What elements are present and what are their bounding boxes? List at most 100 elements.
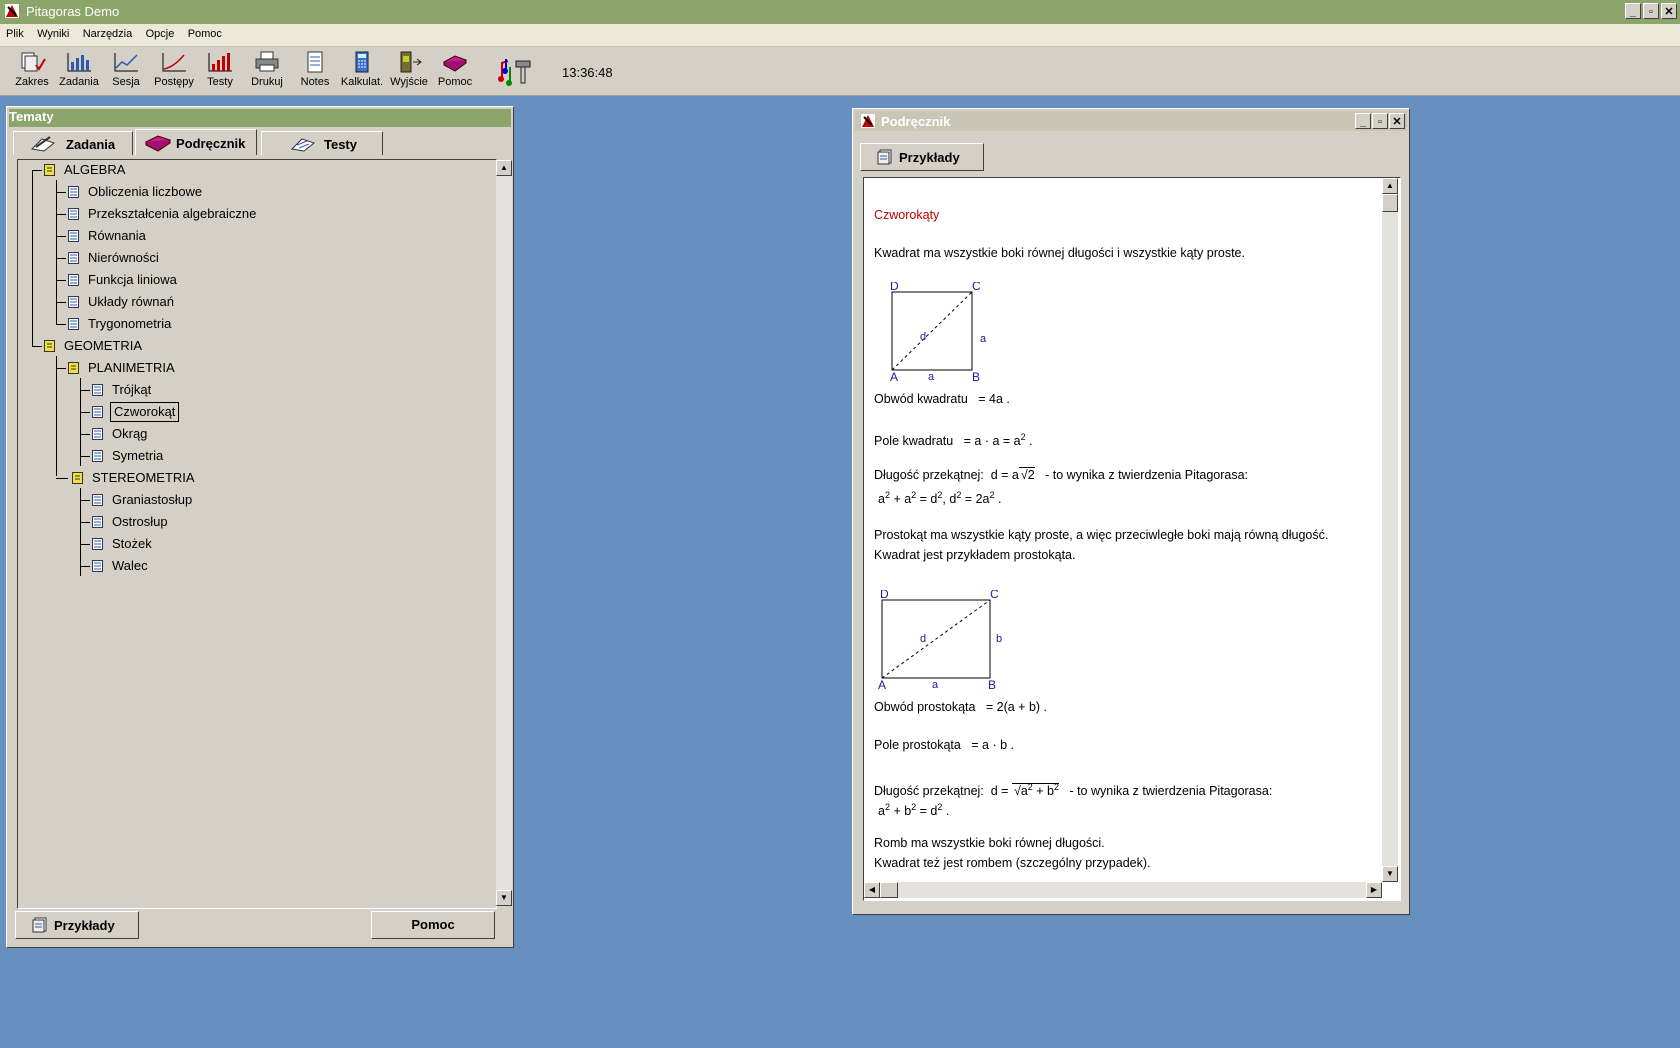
menu-narzedzia[interactable]: Narzędzia [77,24,133,40]
document-icon [68,274,79,286]
folder-yellow-icon [44,164,55,176]
scroll-down-icon[interactable]: ▼ [496,890,512,906]
notepad-icon [307,51,323,73]
hscroll-thumb[interactable] [880,882,898,898]
pencil-paper-icon [30,136,56,152]
paragraph: Romb ma wszystkie boki równej długości. [874,836,1105,850]
close-button[interactable]: ✕ [1661,3,1677,19]
folder-yellow-icon [72,472,83,484]
book-icon [144,135,172,152]
podrecznik-examples-button[interactable]: Przykłady [860,143,984,171]
menu-wyniki[interactable]: Wyniki [31,24,69,40]
toolbar-zadania-button[interactable]: Zadania [56,50,102,92]
scroll-left-icon[interactable]: ◀ [864,882,880,898]
svg-text:d: d [920,331,926,343]
podrecznik-close-button[interactable]: ✕ [1389,113,1405,129]
tab-zadania[interactable]: Zadania [13,131,133,155]
svg-text:C: C [972,282,981,293]
scroll-down-icon[interactable]: ▼ [1382,866,1398,882]
clock: 13:36:48 [562,65,613,80]
svg-text:a: a [928,371,935,382]
toolbar-postepy-button[interactable]: Postępy [152,50,196,92]
document-icon [92,450,103,462]
document-icon [92,384,103,396]
menu-bar: Plik Wyniki Narzędzia Opcje Pomoc [0,24,1680,47]
handbook-content: Czworokąty Kwadrat ma wszystkie boki rów… [863,177,1401,901]
svg-text:A: A [890,370,898,382]
svg-text:a: a [932,679,939,690]
toolbar-kalkulator-button[interactable]: Kalkulat. [340,50,384,92]
content-hscrollbar[interactable]: ◀ ▶ [864,882,1382,898]
exit-door-icon [400,51,422,73]
tematy-title: Tematy [9,109,511,127]
tests-bar-chart-icon [208,53,232,72]
menu-pomoc[interactable]: Pomoc [182,24,222,40]
scope-icon [21,52,46,72]
restore-button[interactable]: ▫ [1643,3,1659,19]
tab-podrecznik[interactable]: Podręcznik [135,129,257,155]
scroll-up-icon[interactable]: ▲ [1382,178,1398,194]
svg-text:a: a [980,333,987,345]
app-logo-icon [861,114,875,128]
examples-icon [32,917,47,933]
document-icon [92,494,103,506]
paragraph: Kwadrat też jest rombem (szczególny przy… [874,856,1151,870]
examples-button[interactable]: Przykłady [15,911,139,939]
menu-opcje[interactable]: Opcje [140,24,175,40]
podrecznik-title: Podręcznik [881,114,951,129]
toolbar-wyjscie-button[interactable]: Wyjście [388,50,430,92]
tematy-panel: Tematy Zadania Podręcznik Testy ALGEBRA … [6,106,514,948]
folder-yellow-icon [44,340,55,352]
scroll-right-icon[interactable]: ▶ [1366,882,1382,898]
document-icon [68,296,79,308]
svg-text:B: B [988,678,996,690]
toolbar-drukuj-button[interactable]: Drukuj [248,50,286,92]
folder-yellow-icon [68,362,79,374]
document-icon [92,516,103,528]
toolbar-testy-button[interactable]: Testy [204,50,236,92]
help-book-icon [442,55,468,72]
calculator-icon [355,51,369,73]
svg-text:B: B [972,370,980,382]
toolbar-notes-button[interactable]: Notes [298,50,332,92]
document-icon [68,186,79,198]
svg-text:A: A [878,678,886,690]
music-notes-icon[interactable] [496,55,536,87]
document-icon [68,252,79,264]
toolbar-pomoc-button[interactable]: Pomoc [436,50,474,92]
tasks-bar-chart-icon [67,53,91,72]
svg-text:D: D [880,590,889,601]
paragraph: Kwadrat jest przykładem prostokąta. [874,548,1076,562]
podrecznik-maximize-button[interactable]: ▫ [1372,113,1388,129]
test-sheet-icon [290,138,316,152]
scroll-up-icon[interactable]: ▲ [496,160,512,176]
toolbar-zakres-button[interactable]: Zakres [12,50,52,92]
document-icon [92,428,103,440]
topic-tree: ALGEBRA Obliczenia liczbowe Przekształce… [17,159,512,909]
paragraph: Kwadrat ma wszystkie boki równej długośc… [874,246,1245,260]
svg-text:C: C [990,590,999,601]
document-icon [92,406,103,418]
document-icon [68,318,79,330]
printer-icon [255,51,279,72]
tree-scrollbar[interactable]: ▲ ▼ [496,160,512,906]
toolbar-sesja-button[interactable]: Sesja [108,50,144,92]
progress-chart-icon [162,53,186,72]
session-line-chart-icon [114,53,138,72]
menu-plik[interactable]: Plik [0,24,24,40]
podrecznik-minimize-button[interactable]: _ [1355,113,1371,129]
svg-text:D: D [890,282,899,293]
app-titlebar: Pitagoras Demo _ ▫ ✕ [0,0,1680,24]
rectangle-diagram: D C A B d b a [878,590,1002,690]
svg-text:b: b [996,633,1002,645]
content-vscrollbar[interactable]: ▲ ▼ [1382,178,1398,882]
help-button[interactable]: Pomoc [371,911,495,939]
app-title: Pitagoras Demo [26,4,120,19]
scroll-thumb[interactable] [1382,194,1398,212]
tab-testy[interactable]: Testy [261,131,383,155]
minimize-button[interactable]: _ [1625,3,1641,19]
document-icon [68,208,79,220]
svg-text:d: d [920,633,926,645]
document-icon [68,230,79,242]
section-heading: Czworokąty [874,208,940,222]
